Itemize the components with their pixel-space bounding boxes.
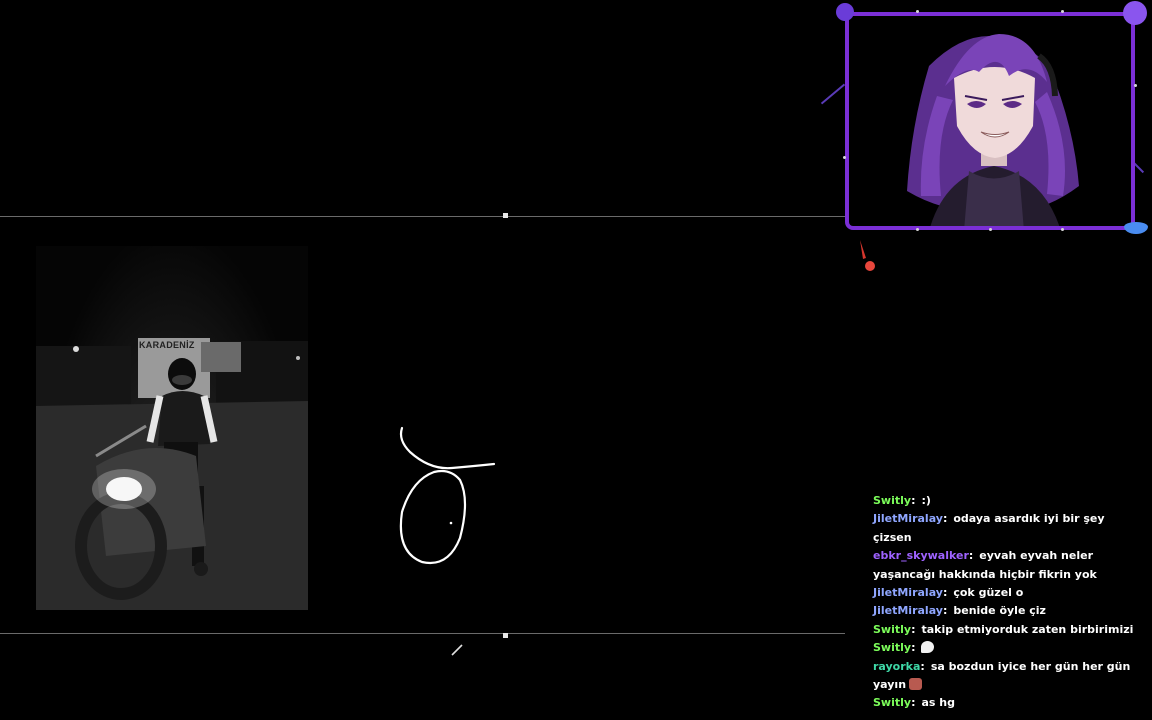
chat-username[interactable]: Switly xyxy=(873,623,911,636)
chat-username[interactable]: Switly xyxy=(873,494,911,507)
chat-message: JiletMiralay: odaya asardık iyi bir şey ç… xyxy=(873,510,1143,547)
speech-bubble-emote-icon xyxy=(921,641,935,654)
chat-separator: : xyxy=(911,696,916,710)
sign-text: KARADENİZ xyxy=(139,340,195,350)
top-guide-line xyxy=(0,216,845,217)
chat-text: takip etmiyorduk zaten birbirimizi xyxy=(921,622,1134,636)
chat-message: ebkr_skywalker: eyvah eyvah neler yaşanca… xyxy=(873,547,1143,584)
pen-cursor-icon xyxy=(450,642,464,661)
webcam-frame xyxy=(845,12,1135,230)
chat-message: Switly: takip etmiyorduk zaten birbirimiz… xyxy=(873,621,1143,639)
chat-username[interactable]: rayorka xyxy=(873,660,920,673)
chat-message: Switly: as hg xyxy=(873,694,1143,712)
chat-text: benide öyle çiz xyxy=(953,604,1046,618)
chat-text: as hg xyxy=(921,696,955,710)
frame-handle[interactable] xyxy=(1134,84,1137,87)
chat-username[interactable]: Switly xyxy=(873,641,911,654)
frame-handle[interactable] xyxy=(843,156,846,159)
chat-separator: : xyxy=(920,659,925,673)
chat-separator: : xyxy=(911,494,916,507)
frame-handle[interactable] xyxy=(989,228,992,231)
chat-text: çok güzel o xyxy=(953,586,1024,600)
chat-username[interactable]: JiletMiralay xyxy=(873,512,943,525)
chat-separator: : xyxy=(942,604,948,618)
chat-separator: : xyxy=(968,549,974,563)
bottom-guide-handle[interactable] xyxy=(503,633,508,638)
frame-corner-gem-icon xyxy=(836,3,854,21)
chat-username[interactable]: Switly xyxy=(873,696,911,709)
chat-message: Switly::) xyxy=(873,492,1143,510)
chat-username[interactable]: ebkr_skywalker xyxy=(873,549,969,562)
chat-message: JiletMiralay: çok güzel o xyxy=(873,584,1143,602)
anime-avatar-icon xyxy=(907,34,1079,226)
chat-separator: : xyxy=(911,622,916,636)
chat-username[interactable]: JiletMiralay xyxy=(873,586,943,599)
chat-separator: : xyxy=(911,641,916,655)
frame-handle[interactable] xyxy=(1061,10,1064,13)
mouse-pointer-icon xyxy=(856,238,880,276)
stream-chat: Switly::) JiletMiralay: odaya asardık iyi … xyxy=(873,492,1143,713)
frame-accent-left xyxy=(820,83,846,105)
frame-handle[interactable] xyxy=(1061,228,1064,231)
chat-message: JiletMiralay: benide öyle çiz xyxy=(873,602,1143,620)
chat-message: rayorka: sa bozdun iyice her gün her gün … xyxy=(873,658,1143,695)
chat-text: :) xyxy=(921,494,931,507)
chat-separator: : xyxy=(942,586,948,600)
bottom-guide-line xyxy=(0,633,845,634)
chat-username[interactable]: JiletMiralay xyxy=(873,604,943,617)
chat-separator: : xyxy=(942,512,948,526)
top-guide-handle[interactable] xyxy=(503,213,508,218)
reference-photo: KARADENİZ xyxy=(36,246,308,610)
frame-handle[interactable] xyxy=(916,228,919,231)
chat-message: Switly: xyxy=(873,639,1143,657)
frame-handle[interactable] xyxy=(916,10,919,13)
freehand-drawing xyxy=(390,420,500,574)
frame-corner-orb-icon xyxy=(1123,1,1147,25)
face-emote-icon xyxy=(909,678,923,691)
frame-corner-orb-icon xyxy=(1124,222,1148,234)
